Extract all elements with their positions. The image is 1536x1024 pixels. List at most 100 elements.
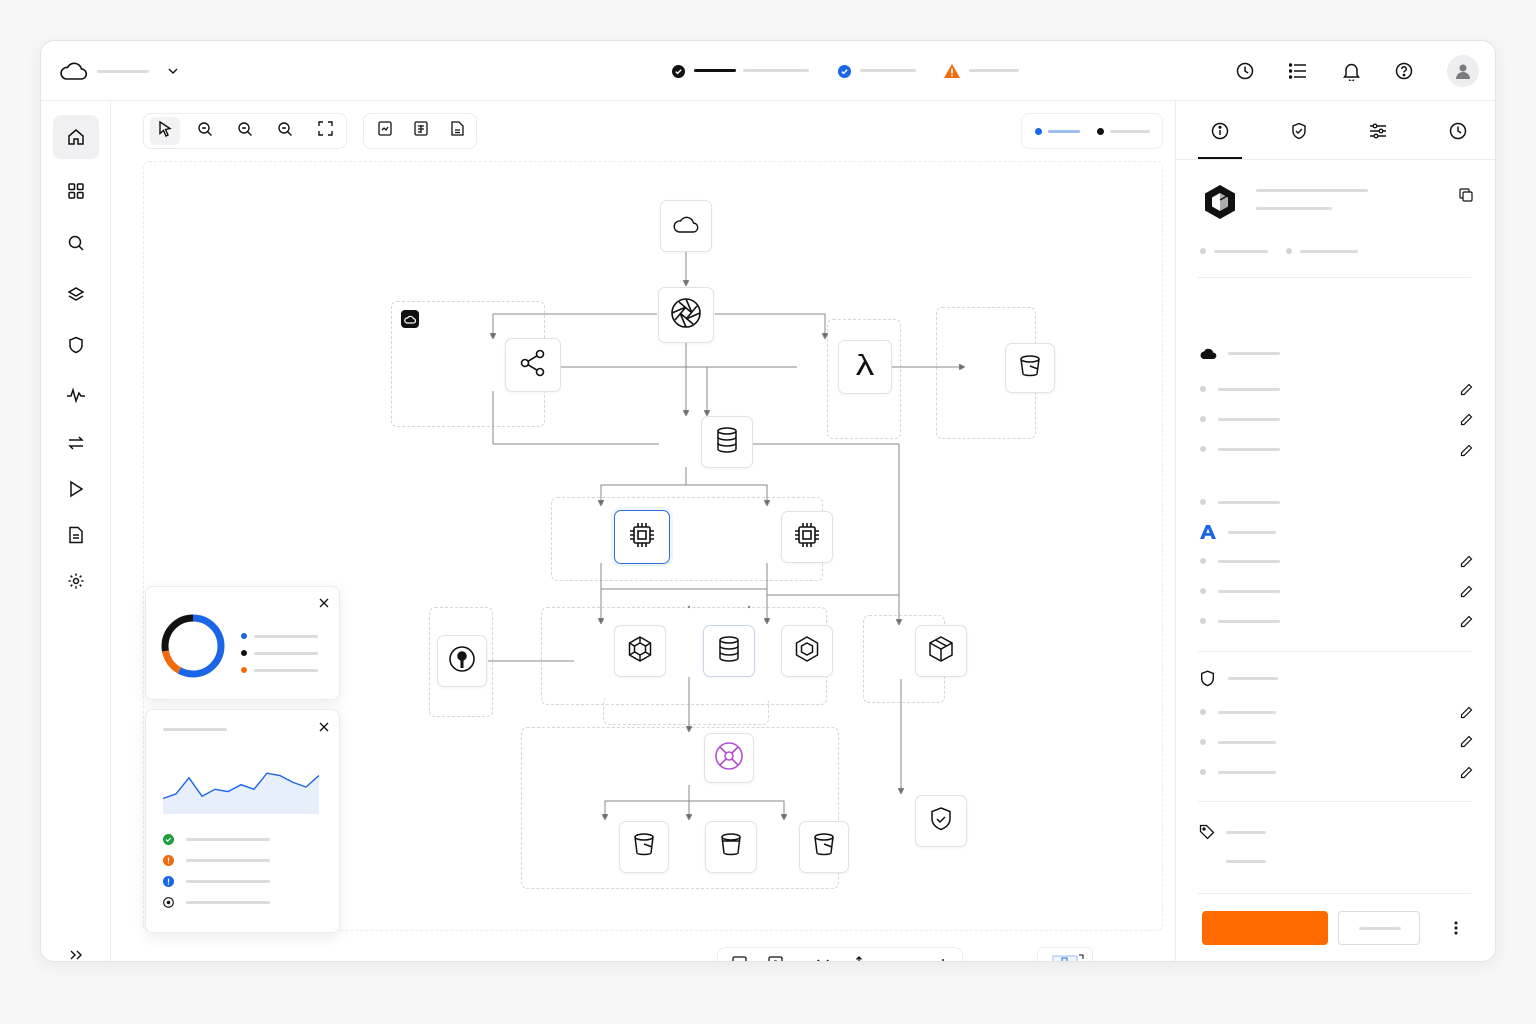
- cloud-icon[interactable]: [57, 57, 89, 85]
- node-bucket-2[interactable]: [705, 821, 757, 873]
- sliders-icon[interactable]: [1368, 121, 1388, 141]
- zoom-out-button[interactable]: [890, 952, 920, 961]
- step-progress-blue: [860, 69, 916, 72]
- sidebar-item-docs[interactable]: [53, 513, 99, 557]
- section-divider: [1198, 801, 1471, 802]
- bucket-icon: [1018, 354, 1042, 383]
- step-progress-warning: [969, 69, 1019, 72]
- field-dot: [1200, 709, 1206, 715]
- kebab-icon[interactable]: [1448, 919, 1464, 937]
- sidebar-item-search[interactable]: [53, 221, 99, 265]
- home-icon: [67, 128, 85, 146]
- success-icon: [162, 833, 174, 845]
- play-icon: [68, 480, 84, 498]
- shield-tab-icon[interactable]: [1289, 121, 1309, 141]
- node-guard[interactable]: [915, 795, 967, 847]
- event-icon: [714, 741, 744, 776]
- pencil-icon[interactable]: [1458, 381, 1474, 397]
- sidebar-item-run[interactable]: [53, 467, 99, 511]
- code-toggle-button[interactable]: [808, 952, 838, 961]
- top-bar: [41, 41, 1495, 101]
- sidebar-item-grid[interactable]: [53, 169, 99, 213]
- meta-label: [1214, 250, 1268, 253]
- node-share[interactable]: [505, 338, 561, 392]
- pencil-icon[interactable]: [1458, 411, 1474, 427]
- share-out-button[interactable]: [844, 952, 874, 961]
- transfer-icon: [67, 434, 85, 452]
- zoom-in-button[interactable]: [928, 952, 958, 961]
- close-icon[interactable]: [316, 595, 332, 611]
- sidebar-item-settings[interactable]: [53, 559, 99, 603]
- pencil-icon[interactable]: [1458, 613, 1474, 629]
- node-hex-left[interactable]: [614, 625, 666, 677]
- sidebar-item-layers[interactable]: [53, 273, 99, 317]
- donut-widget: [145, 586, 340, 700]
- node-gateway[interactable]: [658, 287, 714, 343]
- cancel-button[interactable]: [1338, 911, 1420, 945]
- node-cpu-left[interactable]: [614, 510, 670, 564]
- project-name-placeholder: [97, 70, 149, 73]
- status-label: [186, 880, 270, 883]
- database-icon: [718, 635, 740, 667]
- sidebar-item-home[interactable]: [53, 115, 99, 159]
- tag-icon: [1198, 823, 1216, 841]
- resource-hex-icon: [1202, 183, 1238, 221]
- database-icon: [716, 426, 738, 458]
- node-event-hub[interactable]: [704, 733, 754, 783]
- node-db-mid[interactable]: [703, 625, 755, 677]
- warning-triangle-icon: [944, 63, 960, 78]
- sidebar-expand-button[interactable]: [53, 933, 99, 961]
- field-label: [1218, 741, 1276, 744]
- image-export-button[interactable]: [724, 952, 754, 961]
- legend-dot-blue: [241, 633, 247, 639]
- shield-outline-icon: [1198, 669, 1216, 687]
- diagram-canvas[interactable]: [111, 101, 1175, 961]
- field-dot: [1200, 416, 1206, 422]
- node-cpu-right[interactable]: [781, 511, 833, 563]
- pencil-icon[interactable]: [1458, 764, 1474, 780]
- status-label: [186, 901, 270, 904]
- section-title-placeholder: [1228, 352, 1280, 355]
- node-key[interactable]: [437, 635, 487, 687]
- apply-button[interactable]: [1202, 911, 1328, 945]
- close-icon[interactable]: [316, 719, 332, 735]
- sidebar-item-security[interactable]: [53, 323, 99, 367]
- aperture-icon: [670, 297, 702, 334]
- field-dot: [1200, 386, 1206, 392]
- pencil-icon[interactable]: [1458, 704, 1474, 720]
- node-db-main[interactable]: [701, 416, 753, 468]
- node-cloud[interactable]: [660, 200, 712, 252]
- pencil-icon[interactable]: [1458, 442, 1474, 458]
- node-bucket-top[interactable]: [1005, 343, 1055, 393]
- node-lambda[interactable]: [838, 340, 892, 394]
- info-icon[interactable]: [1210, 121, 1230, 141]
- node-bucket-3[interactable]: [799, 821, 849, 873]
- node-box[interactable]: [915, 625, 967, 677]
- node-bucket-1[interactable]: [619, 821, 669, 873]
- minimap-icon[interactable]: [1037, 947, 1093, 961]
- clock-tab-icon[interactable]: [1448, 121, 1468, 141]
- avatar[interactable]: [1447, 55, 1479, 87]
- chevron-down-icon[interactable]: [165, 63, 181, 79]
- help-icon[interactable]: [1394, 61, 1414, 81]
- field-label: [1218, 560, 1280, 563]
- pencil-icon[interactable]: [1458, 553, 1474, 569]
- double-chevron-right-icon: [70, 950, 82, 960]
- section-divider: [1198, 277, 1471, 278]
- document-icon: [68, 526, 84, 544]
- copy-icon[interactable]: [1458, 187, 1474, 203]
- list-icon[interactable]: [1288, 61, 1308, 81]
- sidebar-item-activity[interactable]: [53, 373, 99, 417]
- image-export-icon: [731, 956, 747, 961]
- history-icon[interactable]: [1235, 61, 1255, 81]
- pencil-icon[interactable]: [1458, 733, 1474, 749]
- bell-icon[interactable]: [1341, 61, 1361, 81]
- settings-icon: [67, 572, 85, 590]
- field-label: [1218, 501, 1280, 504]
- field-dot: [1200, 499, 1206, 505]
- node-hex-right[interactable]: [781, 625, 833, 677]
- pencil-icon[interactable]: [1458, 583, 1474, 599]
- sidebar-item-transfer[interactable]: [53, 421, 99, 465]
- chip-icon: [628, 521, 656, 554]
- snapshot-button[interactable]: [760, 952, 790, 961]
